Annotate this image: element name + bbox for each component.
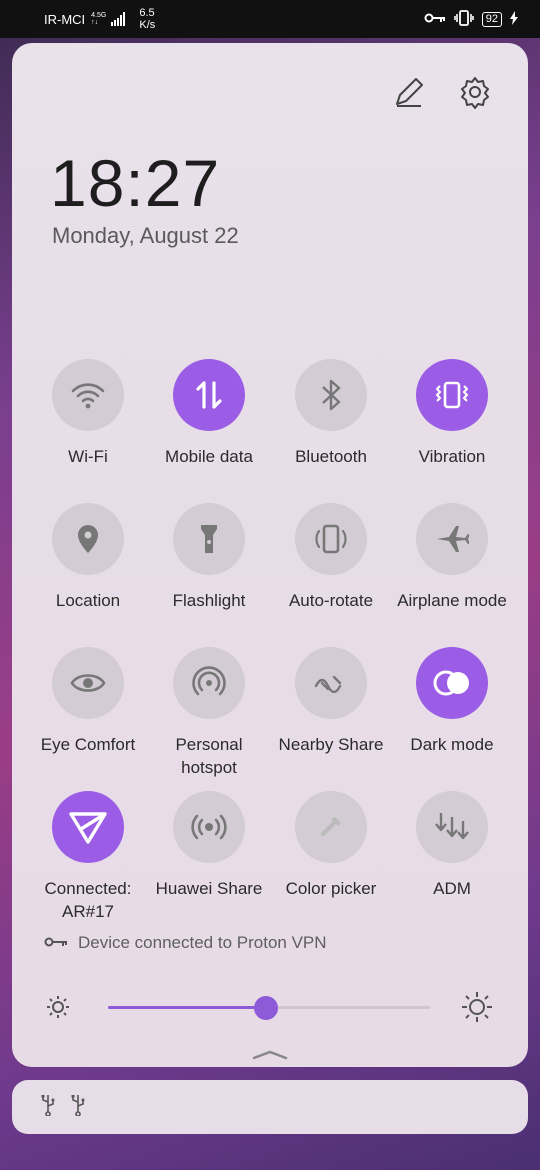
tile-label: Airplane mode (397, 591, 507, 610)
tile-eye-comfort[interactable]: Eye Comfort (27, 647, 149, 756)
status-right: 92 (424, 9, 518, 29)
tile-dark-mode[interactable]: Dark mode (391, 647, 513, 756)
tile-location[interactable]: Location (27, 503, 149, 612)
vibration-icon[interactable] (416, 359, 488, 431)
auto-rotate-icon[interactable] (295, 503, 367, 575)
eye-icon[interactable] (52, 647, 124, 719)
tile-label: Nearby Share (278, 735, 384, 754)
status-bar: IR-MCI 4.5G ↑↓ 6.5 K/s 92 (0, 0, 540, 38)
huawei-share-icon[interactable] (173, 791, 245, 863)
vpn-connected-icon[interactable] (52, 791, 124, 863)
brightness-slider[interactable] (108, 996, 430, 1020)
tile-flashlight[interactable]: Flashlight (148, 503, 270, 612)
tile-label: Auto-rotate (288, 591, 374, 610)
hotspot-icon[interactable] (173, 647, 245, 719)
tile-personal-hotspot[interactable]: Personal hotspot (148, 647, 270, 779)
tile-label: Connected: AR#17 (44, 879, 132, 921)
brightness-fill (108, 1006, 266, 1009)
key-icon (44, 933, 68, 953)
collapse-handle-icon[interactable] (252, 1047, 288, 1065)
bluetooth-icon[interactable] (295, 359, 367, 431)
usb-icon (40, 1094, 56, 1121)
tile-label: Color picker (285, 879, 377, 898)
panel-actions (392, 75, 492, 109)
tile-label: Huawei Share (155, 879, 263, 898)
location-icon[interactable] (52, 503, 124, 575)
color-picker-icon[interactable] (295, 791, 367, 863)
tile-connected-ar-17[interactable]: Connected: AR#17 (27, 791, 149, 923)
tile-label: Flashlight (172, 591, 246, 610)
tile-bluetooth[interactable]: Bluetooth (270, 359, 392, 468)
tile-label: Wi-Fi (68, 447, 108, 466)
flashlight-icon[interactable] (173, 503, 245, 575)
status-left: IR-MCI 4.5G ↑↓ 6.5 K/s (44, 7, 155, 31)
battery-indicator: 92 (481, 11, 502, 27)
nearby-share-icon[interactable] (295, 647, 367, 719)
notification-card[interactable] (12, 1080, 528, 1134)
tile-adm[interactable]: ADM (391, 791, 513, 900)
tile-mobile-data[interactable]: Mobile data (148, 359, 270, 468)
tile-wi-fi[interactable]: Wi-Fi (27, 359, 149, 468)
vpn-key-icon (424, 12, 446, 27)
airplane-icon[interactable] (416, 503, 488, 575)
quick-settings-panel: 18:27 Monday, August 22 Wi-Fi Mobile data… (12, 43, 528, 1067)
carrier-name: IR-MCI (44, 11, 86, 27)
dark-mode-icon[interactable] (416, 647, 488, 719)
tile-label: Dark mode (410, 735, 494, 754)
vibrate-status-icon (453, 9, 474, 29)
tile-huawei-share[interactable]: Huawei Share (148, 791, 270, 900)
tile-label: Location (55, 591, 121, 610)
vpn-status-text: Device connected to Proton VPN (78, 933, 327, 952)
tile-vibration[interactable]: Vibration (391, 359, 513, 468)
tile-label: Eye Comfort (40, 735, 136, 754)
tile-color-picker[interactable]: Color picker (270, 791, 392, 900)
charging-icon (510, 10, 518, 28)
mobile-data-icon[interactable] (173, 359, 245, 431)
brightness-high-icon (460, 990, 494, 1029)
brightness-thumb[interactable] (253, 996, 278, 1020)
tile-auto-rotate[interactable]: Auto-rotate (270, 503, 392, 612)
brightness-control (42, 987, 502, 1027)
settings-gear-icon[interactable] (458, 75, 492, 109)
wifi-icon[interactable] (52, 359, 124, 431)
tile-label: Vibration (418, 447, 486, 466)
tile-label: ADM (433, 879, 471, 898)
clock-time: 18:27 (50, 146, 221, 220)
tile-label: Bluetooth (295, 447, 367, 466)
date-label: Monday, August 22 (52, 223, 239, 248)
vpn-status[interactable]: Device connected to Proton VPN (44, 933, 327, 953)
signal-icon (111, 12, 126, 26)
network-speed: 6.5 K/s (139, 7, 156, 31)
network-type: 4.5G ↑↓ (91, 12, 107, 26)
tile-airplane-mode[interactable]: Airplane mode (391, 503, 513, 612)
tile-label: Personal hotspot (175, 735, 243, 777)
tile-nearby-share[interactable]: Nearby Share (270, 647, 392, 756)
edit-pencil-icon[interactable] (392, 75, 426, 109)
tile-label: Mobile data (165, 447, 253, 466)
adm-icon[interactable] (416, 791, 488, 863)
brightness-low-icon (44, 993, 72, 1026)
usb-icon (70, 1094, 86, 1121)
